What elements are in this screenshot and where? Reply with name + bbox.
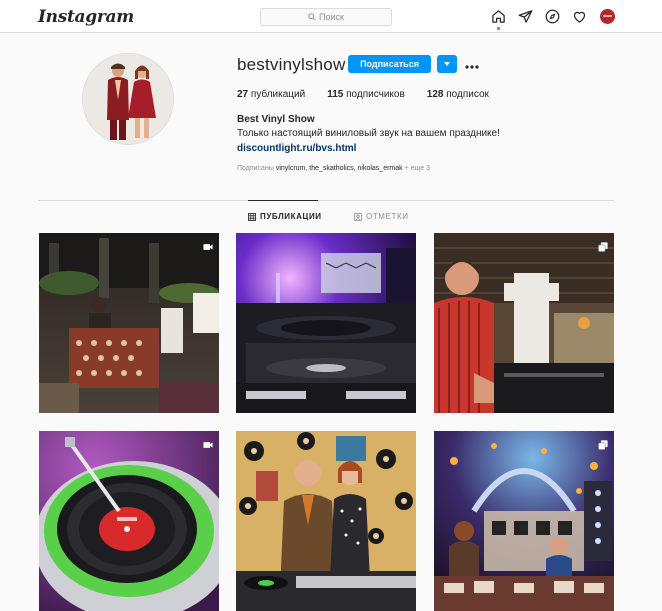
- direct-icon[interactable]: [518, 9, 533, 24]
- profile-website-link[interactable]: discountlight.ru/bvs.html: [237, 143, 356, 154]
- tab-tagged[interactable]: ОТМЕТКИ: [354, 212, 409, 221]
- post-thumbnail[interactable]: [434, 431, 614, 611]
- post-thumbnail[interactable]: [434, 233, 614, 413]
- search-input[interactable]: Поиск: [260, 8, 392, 26]
- profile-bio: Только настоящий виниловый звук на вашем…: [237, 128, 500, 139]
- followed-by[interactable]: Подписаны vinylcrum, the_skatholics, nik…: [237, 165, 430, 172]
- search-icon: [308, 13, 316, 21]
- notification-dot: [497, 27, 500, 30]
- suggested-dropdown-button[interactable]: [437, 55, 457, 73]
- tabs-divider: [38, 200, 614, 201]
- post-thumbnail[interactable]: [39, 431, 219, 611]
- post-image-duo-records-wall: [236, 431, 416, 611]
- stat-posts: 27 публикаций: [237, 89, 306, 100]
- top-navigation-bar: Instagram Поиск: [0, 0, 662, 33]
- stat-following[interactable]: 128 подписок: [427, 89, 489, 100]
- carousel-icon: [598, 239, 608, 252]
- home-icon[interactable]: [491, 9, 506, 24]
- grid-icon: [248, 212, 256, 221]
- profile-avatar[interactable]: [82, 53, 174, 145]
- more-options-icon[interactable]: [464, 59, 480, 69]
- active-tab-indicator: [248, 200, 318, 201]
- carousel-icon: [598, 437, 608, 450]
- post-thumbnail[interactable]: [236, 431, 416, 611]
- post-image-dj-brick-club: [434, 233, 614, 413]
- post-image-vinyl-record: [39, 431, 219, 611]
- follow-button[interactable]: Подписаться: [348, 55, 431, 73]
- profile-username: bestvinylshow: [237, 55, 346, 74]
- profile-full-name: Best Vinyl Show: [237, 114, 315, 125]
- post-image-dj-terrace: [39, 233, 219, 413]
- video-icon: [203, 437, 213, 448]
- post-image-turntables-purple: [236, 233, 416, 413]
- post-thumbnail[interactable]: [236, 233, 416, 413]
- activity-heart-icon[interactable]: [572, 9, 587, 24]
- explore-icon[interactable]: [545, 9, 560, 24]
- profile-avatar-icon[interactable]: [600, 9, 615, 24]
- post-image-party-stage: [434, 431, 614, 611]
- tab-posts[interactable]: ПУБЛИКАЦИИ: [248, 212, 322, 221]
- tag-person-icon: [354, 212, 362, 221]
- instagram-logo[interactable]: Instagram: [38, 7, 134, 27]
- stat-followers[interactable]: 115 подписчиков: [327, 89, 405, 100]
- post-thumbnail[interactable]: [39, 233, 219, 413]
- search-placeholder: Поиск: [319, 12, 344, 22]
- profile-stats: 27 публикаций 115 подписчиков 128 подпис…: [237, 89, 511, 100]
- video-icon: [203, 239, 213, 250]
